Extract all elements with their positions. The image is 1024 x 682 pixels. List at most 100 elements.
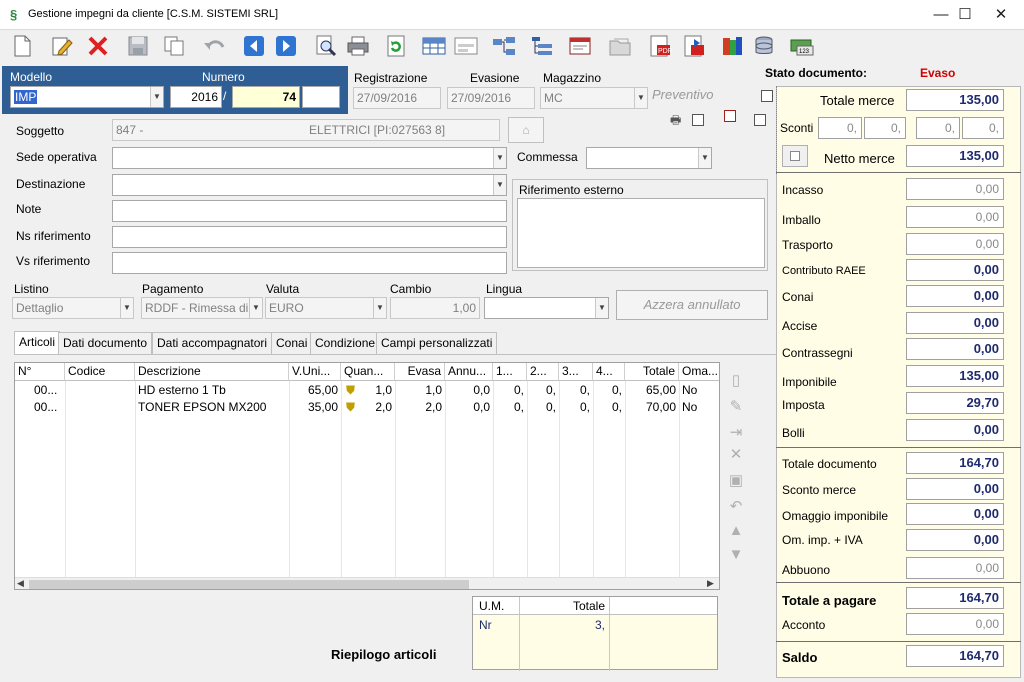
pdf-icon[interactable]: PDF	[646, 32, 674, 60]
imballo-field[interactable]: 0,00	[906, 206, 1004, 228]
scroll-right-icon[interactable]: ▶	[707, 578, 714, 589]
scroll-left-icon[interactable]: ◀	[17, 578, 24, 589]
column-header[interactable]: 4...	[593, 363, 625, 381]
folder-icon[interactable]	[606, 32, 634, 60]
saldo-label: Saldo	[782, 650, 818, 665]
tab-conai[interactable]: Conai	[271, 332, 313, 354]
cambio-field[interactable]: 1,00	[390, 297, 480, 319]
column-header[interactable]: Quan...	[341, 363, 395, 381]
column-header[interactable]: N°	[15, 363, 65, 381]
numero-field[interactable]: 74	[232, 86, 300, 108]
print-checkbox[interactable]	[692, 114, 704, 126]
edit-icon[interactable]	[48, 32, 76, 60]
tree-list-icon[interactable]	[528, 32, 556, 60]
contrassegni-value: 0,00	[906, 338, 1004, 360]
tab-dati-documento[interactable]: Dati documento	[58, 332, 153, 354]
tab-articoli[interactable]: Articoli	[14, 331, 61, 354]
table-cell: 0,	[579, 383, 590, 397]
edit-row-icon[interactable]: ✎	[726, 396, 746, 416]
table-cell: 00...	[34, 383, 58, 397]
copy-icon[interactable]	[160, 32, 188, 60]
column-header[interactable]: 3...	[559, 363, 593, 381]
destinazione-select[interactable]: ▼	[112, 174, 507, 196]
numero-suffix-field[interactable]	[302, 86, 340, 108]
accise-label: Accise	[782, 319, 818, 333]
move-up-icon[interactable]: ▲	[726, 520, 746, 540]
soggetto-lookup-button[interactable]: ⌂	[508, 117, 544, 143]
evasione-field[interactable]: 27/09/2016	[447, 87, 535, 109]
sconto-4-field[interactable]: 0,	[962, 117, 1004, 139]
column-header[interactable]: Annu...	[445, 363, 493, 381]
move-down-icon[interactable]: ▼	[726, 544, 746, 564]
acconto-field[interactable]: 0,00	[906, 613, 1004, 635]
delete-icon[interactable]	[84, 32, 112, 60]
articoli-table[interactable]: N° Codice Descrizione V.Uni... Quan... E…	[14, 362, 720, 590]
email-icon[interactable]	[566, 32, 594, 60]
database-icon[interactable]	[750, 32, 778, 60]
conai-label: Conai	[782, 290, 814, 304]
column-header[interactable]: Evasa	[395, 363, 445, 381]
abbuono-field[interactable]: 0,00	[906, 557, 1004, 579]
numero-year-field[interactable]: 2016	[170, 86, 222, 108]
pdf-send-icon[interactable]	[680, 32, 708, 60]
new-row-icon[interactable]: ▯	[726, 370, 746, 390]
valuta-select[interactable]: EURO ▼	[265, 297, 387, 319]
modello-select[interactable]: IMP ▼	[10, 86, 164, 108]
column-header[interactable]: 2...	[527, 363, 559, 381]
preventivo-checkbox[interactable]	[761, 90, 773, 102]
tab-campi-personalizzati[interactable]: Campi personalizzati	[376, 332, 498, 354]
ns-riferimento-field[interactable]	[112, 226, 507, 248]
close-window-button[interactable]: ✕	[978, 0, 1024, 30]
note-field[interactable]	[112, 200, 507, 222]
tab-condizione[interactable]: Condizione	[310, 332, 381, 354]
insert-row-icon[interactable]: ⇥	[726, 422, 746, 442]
column-header[interactable]: Descrizione	[135, 363, 289, 381]
transfer-icon[interactable]	[490, 32, 518, 60]
horizontal-scrollbar[interactable]: ◀ ▶	[15, 577, 719, 589]
column-header[interactable]: V.Uni...	[289, 363, 341, 381]
save-icon[interactable]	[124, 32, 152, 60]
column-header[interactable]: Codice	[65, 363, 135, 381]
column-header[interactable]: Totale	[625, 363, 679, 381]
undo-icon[interactable]	[200, 32, 228, 60]
previous-record-icon[interactable]	[240, 32, 268, 60]
search-icon[interactable]	[312, 32, 340, 60]
sconto-2-field[interactable]: 0,	[864, 117, 906, 139]
table-icon[interactable]	[420, 32, 448, 60]
netto-merce-button[interactable]	[782, 145, 808, 167]
commessa-select[interactable]: ▼	[586, 147, 712, 169]
netto-merce-value: 135,00	[906, 145, 1004, 167]
riferimento-esterno-textarea[interactable]	[517, 198, 765, 268]
tab-dati-accompagnatori[interactable]: Dati accompagnatori	[152, 332, 273, 354]
sconto-1-field[interactable]: 0,	[818, 117, 862, 139]
soggetto-field[interactable]: 847 - ELETTRICI [PI:027563 8]	[112, 119, 500, 141]
window-title: Gestione impegni da cliente [C.S.M. SIST…	[28, 8, 279, 20]
money-icon[interactable]: 123	[788, 32, 816, 60]
registrazione-field[interactable]: 27/09/2016	[353, 87, 441, 109]
print-icon[interactable]	[344, 32, 372, 60]
trasporto-field[interactable]: 0,00	[906, 233, 1004, 255]
saldo-value: 164,70	[906, 645, 1004, 667]
lingua-select[interactable]: ▼	[484, 297, 609, 319]
column-header[interactable]: 1...	[493, 363, 527, 381]
form-view-icon[interactable]	[452, 32, 480, 60]
incasso-field[interactable]: 0,00	[906, 178, 1004, 200]
sconto-3-field[interactable]: 0,	[916, 117, 960, 139]
undo-row-icon[interactable]: ↶	[726, 496, 746, 516]
column-header[interactable]: Oma...	[679, 363, 719, 381]
scrollbar-thumb[interactable]	[29, 580, 469, 589]
sede-operativa-select[interactable]: ▼	[112, 147, 507, 169]
delete-row-icon[interactable]: ✕	[726, 444, 746, 464]
new-document-icon[interactable]	[8, 32, 36, 60]
save-row-icon[interactable]: ▣	[726, 470, 746, 490]
pdf-checkbox[interactable]	[754, 114, 766, 126]
next-record-icon[interactable]	[272, 32, 300, 60]
pagamento-select[interactable]: RDDF - Rimessa dir ▼	[141, 297, 263, 319]
azzera-annullato-button[interactable]: Azzera annullato	[616, 290, 768, 320]
refresh-icon[interactable]	[382, 32, 410, 60]
vs-riferimento-field[interactable]	[112, 252, 507, 274]
magazzino-select[interactable]: MC ▼	[540, 87, 648, 109]
cambio-label: Cambio	[390, 282, 432, 296]
books-icon[interactable]	[718, 32, 746, 60]
listino-select[interactable]: Dettaglio ▼	[12, 297, 134, 319]
